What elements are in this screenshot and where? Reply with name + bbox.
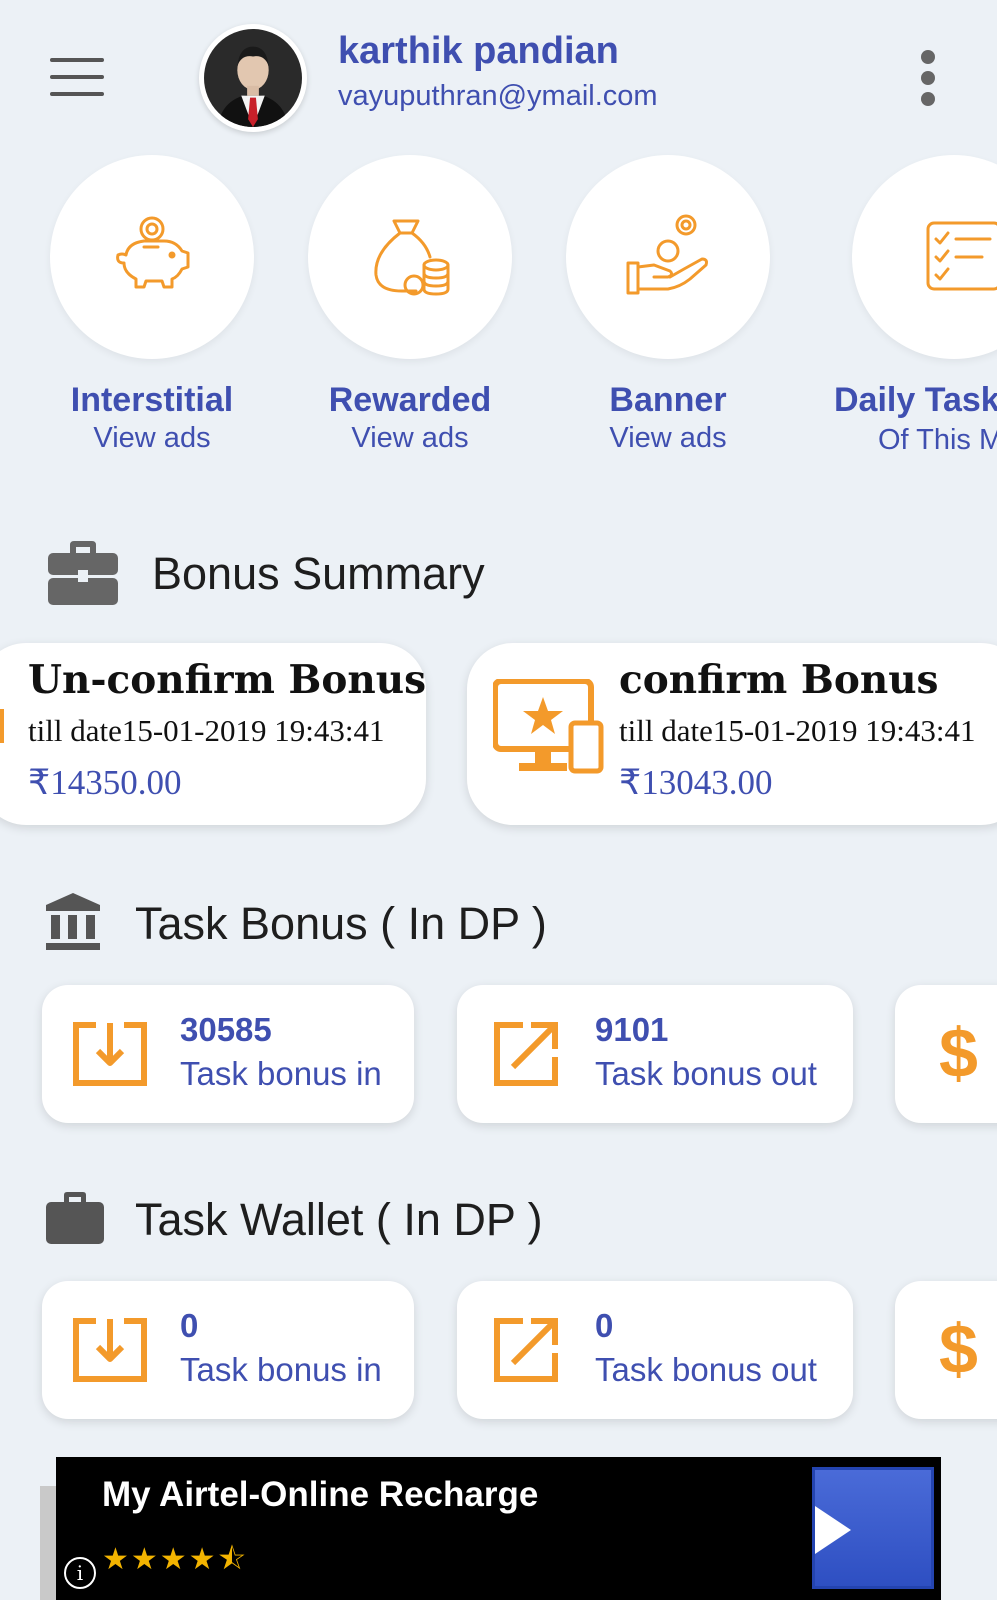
wallet-bonus-out-value: 0 xyxy=(595,1307,614,1344)
task-bonus-balance-card[interactable]: $ xyxy=(895,985,997,1123)
dot xyxy=(921,50,935,64)
more-options-icon[interactable] xyxy=(918,50,938,106)
ad-title: My Airtel-Online Recharge xyxy=(102,1475,539,1514)
unconfirm-bonus-amount: ₹14350.00 xyxy=(28,763,182,802)
task-wallet-title: Task Wallet ( In DP ) xyxy=(135,1194,543,1245)
download-tray-icon xyxy=(73,1022,147,1086)
unconfirm-bonus-card[interactable]: Un-confirm Bonus till date15-01-2019 19:… xyxy=(0,643,426,825)
interstitial-ads-button[interactable]: Interstitial View ads xyxy=(42,155,262,455)
unconfirm-bonus-title: Un-confirm Bonus xyxy=(28,657,427,703)
banner-ads-button[interactable]: Banner View ads xyxy=(558,155,778,455)
ad-play-button[interactable] xyxy=(812,1467,934,1589)
ad-rating-stars: ★★★★⯪ xyxy=(102,1543,248,1576)
daily-task-subtitle: Of This M xyxy=(878,424,997,456)
wallet-balance-card[interactable]: $ xyxy=(895,1281,997,1419)
user-name: karthik pandian xyxy=(338,30,619,72)
dollar-icon: $ xyxy=(939,1310,978,1388)
wallet-bonus-in-value: 0 xyxy=(180,1307,199,1344)
menu-line xyxy=(50,75,104,79)
hamburger-menu-icon[interactable] xyxy=(50,58,104,96)
banner-title: Banner xyxy=(609,381,727,419)
external-link-icon xyxy=(494,1022,558,1086)
task-bonus-title: Task Bonus ( In DP ) xyxy=(135,898,547,949)
user-email: vayuputhran@ymail.com xyxy=(338,80,658,112)
confirm-bonus-card[interactable]: confirm Bonus till date15-01-2019 19:43:… xyxy=(467,643,997,825)
task-bonus-in-label: Task bonus in xyxy=(180,1055,382,1092)
interstitial-title: Interstitial xyxy=(70,381,234,419)
wallet-bonus-in-card[interactable]: 0 Task bonus in xyxy=(42,1281,414,1419)
play-arrow-icon xyxy=(815,1506,851,1554)
ad-banner[interactable]: My Airtel-Online Recharge ★★★★⯪ i xyxy=(56,1457,941,1600)
task-bonus-out-label: Task bonus out xyxy=(595,1055,817,1092)
dot xyxy=(921,92,935,106)
avatar[interactable] xyxy=(199,24,307,132)
daily-task-button[interactable] xyxy=(852,155,997,359)
ad-side-strip xyxy=(40,1486,56,1600)
interstitial-subtitle: View ads xyxy=(93,422,211,454)
task-bonus-out-card[interactable]: 9101 Task bonus out xyxy=(457,985,853,1123)
task-bonus-in-value: 30585 xyxy=(180,1011,272,1048)
ad-info-icon[interactable]: i xyxy=(64,1557,96,1589)
download-tray-icon xyxy=(73,1318,147,1382)
briefcase-icon xyxy=(48,541,118,605)
confirm-bonus-date: till date15-01-2019 19:43:41 xyxy=(619,713,976,748)
checklist-icon xyxy=(926,221,997,291)
rewarded-subtitle: View ads xyxy=(351,422,469,454)
hand-coin-icon xyxy=(626,214,708,295)
confirm-bonus-title: confirm Bonus xyxy=(619,657,939,703)
menu-line xyxy=(50,58,104,62)
rewarded-ads-button[interactable]: Rewarded View ads xyxy=(300,155,520,455)
dot xyxy=(921,71,935,85)
external-link-icon xyxy=(494,1318,558,1382)
banner-subtitle: View ads xyxy=(609,422,727,454)
wallet-bonus-in-label: Task bonus in xyxy=(180,1351,382,1388)
task-bonus-in-card[interactable]: 30585 Task bonus in xyxy=(42,985,414,1123)
monitor-star-icon xyxy=(493,679,604,774)
wallet-bonus-out-card[interactable]: 0 Task bonus out xyxy=(457,1281,853,1419)
daily-task-title: Daily Task xyxy=(834,381,997,419)
wallet-briefcase-icon xyxy=(46,1192,104,1244)
rewarded-title: Rewarded xyxy=(328,381,492,419)
wallet-bonus-out-label: Task bonus out xyxy=(595,1351,817,1388)
user-avatar-icon xyxy=(204,29,302,127)
menu-line xyxy=(50,92,104,96)
task-bonus-out-value: 9101 xyxy=(595,1011,669,1048)
piggy-bank-icon xyxy=(116,216,190,289)
bonus-summary-title: Bonus Summary xyxy=(152,548,485,599)
confirm-bonus-amount: ₹13043.00 xyxy=(619,763,773,802)
unconfirm-bonus-date: till date15-01-2019 19:43:41 xyxy=(28,713,385,748)
bank-icon xyxy=(46,893,100,950)
accent-bar xyxy=(0,709,4,743)
dollar-icon: $ xyxy=(939,1014,978,1092)
money-bag-icon xyxy=(374,219,450,296)
